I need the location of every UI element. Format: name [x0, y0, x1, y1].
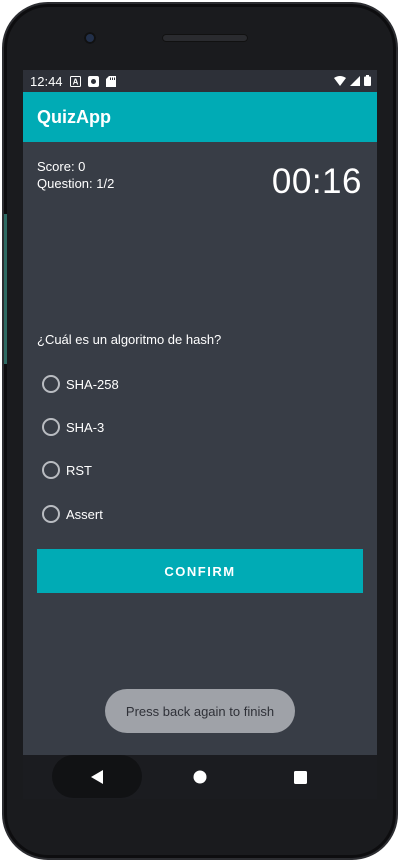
back-icon[interactable]	[87, 767, 107, 787]
status-bar: 12:44 A	[23, 70, 377, 92]
svg-text:A: A	[72, 77, 78, 86]
radio-icon[interactable]	[42, 375, 60, 393]
quiz-content: Score: 0 Question: 1/2 00:16 ¿Cuál es un…	[23, 142, 377, 755]
battery-icon	[364, 74, 371, 89]
option-rst[interactable]: RST	[42, 459, 92, 481]
question-count-label: Question: 1/2	[37, 176, 115, 191]
option-label: SHA-3	[66, 419, 105, 435]
option-label: Assert	[66, 506, 103, 522]
p-box-icon	[87, 75, 99, 87]
screen: 12:44 A QuizApp Score: 0 Question: 1/2 0…	[23, 70, 377, 755]
app-bar: QuizApp	[23, 92, 377, 142]
radio-icon[interactable]	[42, 418, 60, 436]
option-sha-258[interactable]: SHA-258	[42, 373, 119, 395]
navigation-bar	[23, 755, 377, 799]
radio-icon[interactable]	[42, 505, 60, 523]
status-left: 12:44 A	[30, 74, 117, 89]
status-time: 12:44	[30, 73, 63, 89]
option-label: SHA-258	[66, 376, 119, 392]
front-camera	[84, 32, 96, 44]
toast-message: Press back again to finish	[105, 689, 295, 733]
side-button	[4, 214, 7, 364]
status-right	[334, 74, 371, 89]
radio-icon[interactable]	[42, 461, 60, 479]
earpiece-speaker	[162, 34, 248, 42]
a-box-icon: A	[69, 75, 81, 87]
countdown-timer: 00:16	[271, 162, 362, 201]
recents-icon[interactable]	[290, 767, 310, 787]
home-icon[interactable]	[190, 767, 210, 787]
option-assert[interactable]: Assert	[42, 503, 103, 525]
wifi-icon	[334, 74, 346, 89]
confirm-button[interactable]: CONFIRM	[37, 549, 363, 593]
question-text: ¿Cuál es un algoritmo de hash?	[37, 332, 222, 347]
option-sha-3[interactable]: SHA-3	[42, 416, 104, 438]
signal-icon	[350, 74, 360, 89]
sd-card-icon	[106, 75, 117, 87]
option-label: RST	[66, 462, 92, 478]
score-label: Score: 0	[37, 159, 86, 174]
app-title: QuizApp	[37, 106, 111, 127]
